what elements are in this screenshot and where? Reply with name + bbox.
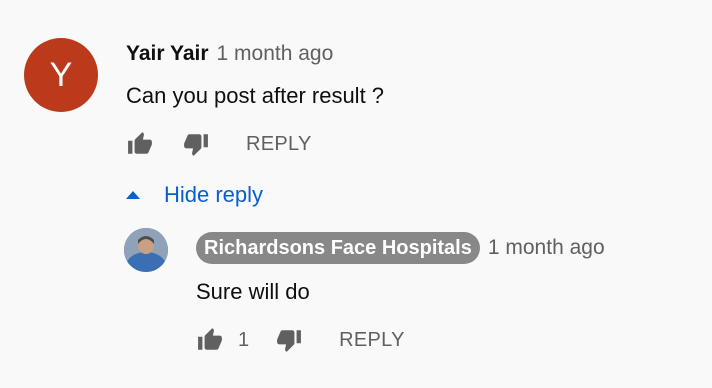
- comment-thread: Y Yair Yair 1 month ago Can you post aft…: [24, 38, 384, 208]
- comment-time[interactable]: 1 month ago: [217, 40, 334, 68]
- reply-comment: Richardsons Face Hospitals 1 month ago S…: [124, 228, 605, 358]
- reply-button[interactable]: REPLY: [339, 329, 405, 352]
- thumbs-down-icon: [184, 134, 208, 156]
- reply-button[interactable]: REPLY: [246, 133, 312, 156]
- avatar[interactable]: [124, 228, 168, 272]
- comment-actions: REPLY: [126, 126, 384, 162]
- avatar[interactable]: Y: [24, 38, 98, 112]
- dislike-button[interactable]: [182, 130, 210, 158]
- comment-body: Yair Yair 1 month ago Can you post after…: [126, 38, 384, 208]
- like-count: 1: [238, 328, 250, 351]
- thumbs-up-icon: [128, 132, 152, 154]
- thumbs-up-icon: [198, 328, 222, 350]
- reply-actions: 1 REPLY: [196, 322, 605, 358]
- comment-text: Can you post after result ?: [126, 83, 385, 108]
- hide-reply-label: Hide reply: [164, 182, 264, 207]
- dislike-button[interactable]: [275, 326, 303, 354]
- reply-author-badge[interactable]: Richardsons Face Hospitals: [196, 232, 480, 264]
- comment-author[interactable]: Yair Yair: [126, 40, 209, 68]
- thumbs-down-icon: [277, 330, 302, 352]
- avatar-photo-icon: [124, 228, 168, 272]
- reply-time[interactable]: 1 month ago: [488, 234, 605, 262]
- reply-header: Richardsons Face Hospitals 1 month ago: [196, 232, 605, 264]
- hide-reply-toggle[interactable]: Hide reply: [126, 182, 384, 208]
- reply-text: Sure will do: [196, 279, 310, 304]
- avatar-letter: Y: [49, 55, 73, 94]
- like-button[interactable]: [126, 130, 154, 158]
- comment-header: Yair Yair 1 month ago: [126, 40, 384, 68]
- reply-body: Richardsons Face Hospitals 1 month ago S…: [196, 228, 605, 358]
- like-button[interactable]: [196, 326, 224, 354]
- caret-up-icon: [126, 191, 140, 199]
